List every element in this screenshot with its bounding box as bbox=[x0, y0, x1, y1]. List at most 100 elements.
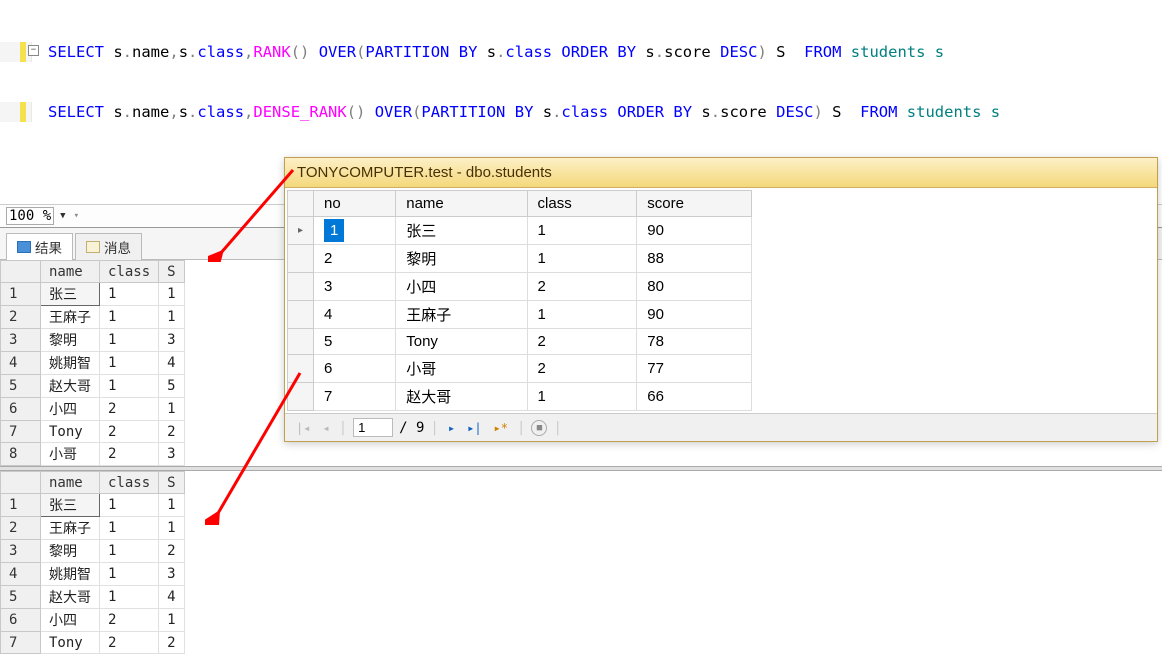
data-row[interactable]: 4王麻子190 bbox=[288, 301, 752, 329]
sql-line-2[interactable]: SELECT s.name,s.class,DENSE_RANK() OVER(… bbox=[32, 102, 1000, 122]
cell-s[interactable]: 4 bbox=[159, 586, 184, 609]
cell-name[interactable]: 赵大哥 bbox=[41, 586, 100, 609]
cell-s[interactable]: 1 bbox=[159, 609, 184, 632]
cell-s[interactable]: 1 bbox=[159, 517, 184, 540]
cell-name[interactable]: 王麻子 bbox=[41, 306, 100, 329]
table-row[interactable]: 1张三11 bbox=[1, 494, 185, 517]
cell-class[interactable]: 1 bbox=[527, 383, 637, 411]
cell-class[interactable]: 1 bbox=[100, 540, 159, 563]
cell-class[interactable]: 1 bbox=[100, 563, 159, 586]
cell-name[interactable]: Tony bbox=[396, 329, 527, 355]
cell-name[interactable]: 姚期智 bbox=[41, 563, 100, 586]
zoom-combo[interactable]: 100 % bbox=[6, 207, 54, 225]
cell-class[interactable]: 1 bbox=[527, 245, 637, 273]
cell-name[interactable]: 张三 bbox=[41, 283, 100, 306]
grid1-col-class[interactable]: class bbox=[100, 261, 159, 283]
cell-class[interactable]: 2 bbox=[100, 443, 159, 466]
cell-class[interactable]: 1 bbox=[100, 306, 159, 329]
nav-stop-icon[interactable]: ■ bbox=[531, 420, 547, 436]
table-row[interactable]: 3黎明13 bbox=[1, 329, 185, 352]
table-row[interactable]: 2王麻子11 bbox=[1, 306, 185, 329]
cell-class[interactable]: 1 bbox=[527, 301, 637, 329]
table-row[interactable]: 5赵大哥14 bbox=[1, 586, 185, 609]
cell-s[interactable]: 2 bbox=[159, 540, 184, 563]
sql-editor[interactable]: − SELECT s.name,s.class,RANK() OVER(PART… bbox=[0, 0, 1162, 144]
cell-class[interactable]: 1 bbox=[100, 352, 159, 375]
cell-name[interactable]: 王麻子 bbox=[41, 517, 100, 540]
grid2-col-class[interactable]: class bbox=[100, 472, 159, 494]
table-row[interactable]: 1张三11 bbox=[1, 283, 185, 306]
cell-name[interactable]: 赵大哥 bbox=[41, 375, 100, 398]
cell-class[interactable]: 1 bbox=[100, 283, 159, 306]
cell-class[interactable]: 1 bbox=[100, 375, 159, 398]
cell-s[interactable]: 4 bbox=[159, 352, 184, 375]
nav-first-icon[interactable]: |◂ bbox=[293, 421, 313, 435]
nav-next-icon[interactable]: ▸ bbox=[445, 421, 458, 435]
cell-name[interactable]: 黎明 bbox=[41, 540, 100, 563]
cell-name[interactable]: 姚期智 bbox=[41, 352, 100, 375]
grid2-col-s[interactable]: S bbox=[159, 472, 184, 494]
table-row[interactable]: 7Tony22 bbox=[1, 421, 185, 443]
cell-class[interactable]: 2 bbox=[100, 398, 159, 421]
sql-line-1[interactable]: SELECT s.name,s.class,RANK() OVER(PARTIT… bbox=[32, 42, 944, 62]
data-col-class[interactable]: class bbox=[527, 191, 637, 217]
cell-no[interactable]: 4 bbox=[314, 301, 396, 329]
nav-prev-icon[interactable]: ◂ bbox=[319, 421, 332, 435]
table-row[interactable]: 6小四21 bbox=[1, 398, 185, 421]
data-row[interactable]: ▸1张三190 bbox=[288, 217, 752, 245]
cell-score[interactable]: 90 bbox=[637, 217, 752, 245]
table-row[interactable]: 6小四21 bbox=[1, 609, 185, 632]
cell-s[interactable]: 3 bbox=[159, 563, 184, 586]
table-row[interactable]: 4姚期智14 bbox=[1, 352, 185, 375]
cell-score[interactable]: 66 bbox=[637, 383, 752, 411]
table-row[interactable]: 7Tony22 bbox=[1, 632, 185, 654]
cell-name[interactable]: 小哥 bbox=[41, 443, 100, 466]
cell-score[interactable]: 88 bbox=[637, 245, 752, 273]
cell-s[interactable]: 3 bbox=[159, 329, 184, 352]
cell-s[interactable]: 2 bbox=[159, 632, 184, 654]
cell-name[interactable]: 小四 bbox=[41, 609, 100, 632]
cell-class[interactable]: 1 bbox=[100, 517, 159, 540]
nav-position-input[interactable] bbox=[353, 418, 393, 437]
tab-results[interactable]: 结果 bbox=[6, 233, 73, 260]
cell-class[interactable]: 2 bbox=[100, 609, 159, 632]
cell-name[interactable]: 黎明 bbox=[396, 245, 527, 273]
cell-class[interactable]: 2 bbox=[100, 632, 159, 654]
cell-no[interactable]: 2 bbox=[314, 245, 396, 273]
table-row[interactable]: 2王麻子11 bbox=[1, 517, 185, 540]
cell-s[interactable]: 2 bbox=[159, 421, 184, 443]
nav-new-icon[interactable]: ▸* bbox=[491, 421, 511, 435]
data-row[interactable]: 3小四280 bbox=[288, 273, 752, 301]
table-row[interactable]: 3黎明12 bbox=[1, 540, 185, 563]
cell-s[interactable]: 1 bbox=[159, 398, 184, 421]
grid1-col-name[interactable]: name bbox=[41, 261, 100, 283]
cell-name[interactable]: 张三 bbox=[41, 494, 100, 517]
cell-name[interactable]: 黎明 bbox=[41, 329, 100, 352]
table-row[interactable]: 4姚期智13 bbox=[1, 563, 185, 586]
cell-no[interactable]: 3 bbox=[314, 273, 396, 301]
cell-no[interactable]: 7 bbox=[314, 383, 396, 411]
data-row[interactable]: 2黎明188 bbox=[288, 245, 752, 273]
cell-score[interactable]: 77 bbox=[637, 355, 752, 383]
cell-name[interactable]: 小四 bbox=[396, 273, 527, 301]
cell-class[interactable]: 2 bbox=[527, 355, 637, 383]
dropdown-icon[interactable]: ▼ bbox=[58, 209, 67, 223]
cell-score[interactable]: 90 bbox=[637, 301, 752, 329]
cell-s[interactable]: 1 bbox=[159, 283, 184, 306]
cell-score[interactable]: 78 bbox=[637, 329, 752, 355]
cell-s[interactable]: 3 bbox=[159, 443, 184, 466]
cell-name[interactable]: Tony bbox=[41, 421, 100, 443]
data-row[interactable]: 5Tony278 bbox=[288, 329, 752, 355]
cell-no[interactable]: 1 bbox=[314, 217, 396, 245]
nav-last-icon[interactable]: ▸| bbox=[464, 421, 484, 435]
data-col-no[interactable]: no bbox=[314, 191, 396, 217]
tab-messages[interactable]: 消息 bbox=[75, 233, 142, 260]
cell-name[interactable]: 赵大哥 bbox=[396, 383, 527, 411]
cell-score[interactable]: 80 bbox=[637, 273, 752, 301]
cell-class[interactable]: 1 bbox=[527, 217, 637, 245]
data-row[interactable]: 6小哥277 bbox=[288, 355, 752, 383]
table-row[interactable]: 8小哥23 bbox=[1, 443, 185, 466]
cell-s[interactable]: 1 bbox=[159, 494, 184, 517]
cell-class[interactable]: 2 bbox=[527, 329, 637, 355]
data-col-score[interactable]: score bbox=[637, 191, 752, 217]
